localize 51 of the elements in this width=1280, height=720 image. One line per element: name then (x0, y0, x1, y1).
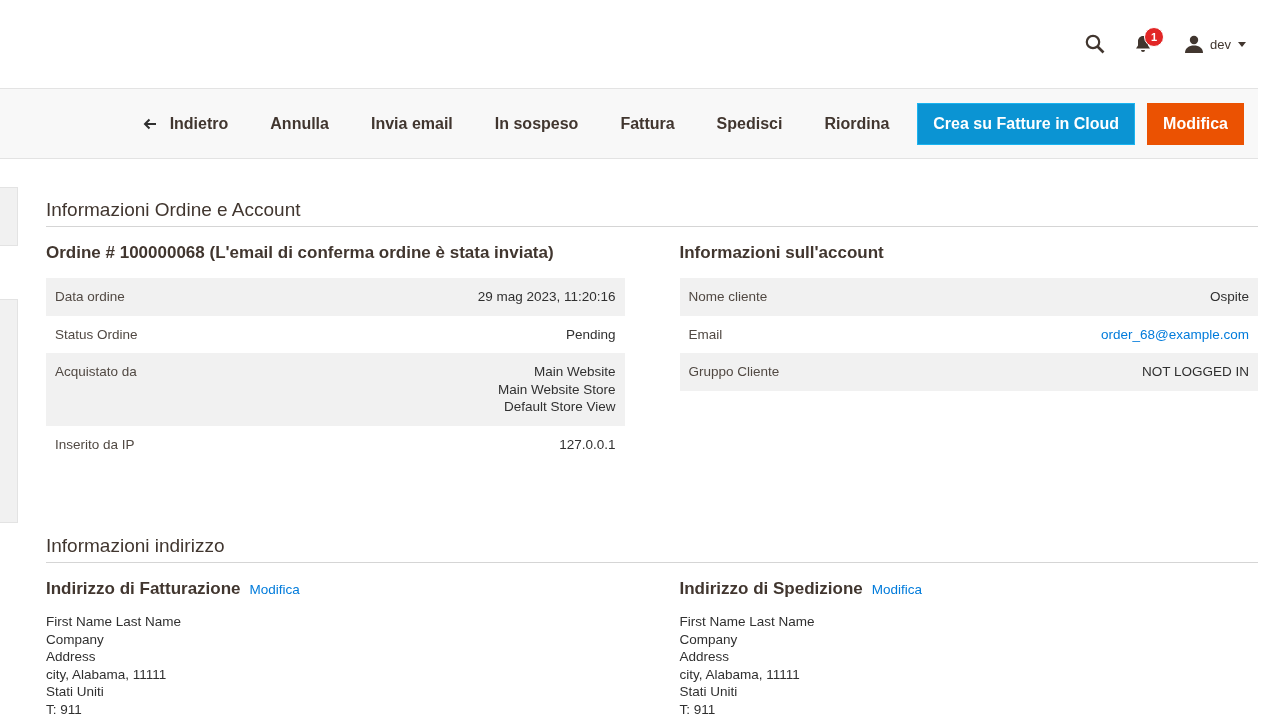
email-link[interactable]: order_68@example.com (1100, 325, 1249, 343)
row-value: Default Store View (503, 398, 616, 416)
row-label: Inserito da IP (55, 435, 135, 453)
notification-badge: 1 (1144, 27, 1165, 47)
address-line: First Name Last Name (46, 613, 183, 631)
user-icon[interactable] (1185, 35, 1204, 53)
toolbar-button[interactable]: Invia email (349, 102, 474, 145)
address-line: Address (679, 648, 731, 666)
row-value: Main Website Store (497, 380, 616, 398)
toolbar-button[interactable]: Spedisci (695, 102, 804, 145)
order-title: Ordine # 100000068 (L'email di conferma ordine è stata inviata) (46, 243, 555, 263)
address-line: Company (679, 630, 739, 648)
row-label: Nome cliente (688, 288, 768, 306)
row-label: Email (688, 325, 723, 343)
address-title: Indirizzo di Fatturazione (46, 579, 241, 599)
edit-link[interactable]: Modifica (249, 582, 300, 597)
toolbar-button[interactable]: Modifica (1147, 102, 1244, 145)
address-line: city, Alabama, 11111 (679, 665, 801, 683)
address-line: First Name Last Name (679, 613, 816, 631)
section-title: Informazioni Ordine e Account (46, 199, 1258, 227)
row-value: Main Website (533, 363, 616, 381)
account-title: Informazioni sull'account (679, 243, 885, 263)
address-line: Stati Uniti (679, 683, 739, 701)
user-name[interactable]: dev (1210, 36, 1231, 52)
address-line: Stati Uniti (46, 683, 105, 701)
row-value: 29 mag 2023, 11:20:16 (477, 288, 616, 306)
search-icon[interactable] (1085, 34, 1106, 54)
toolbar-button[interactable]: Annulla (249, 102, 350, 145)
address-line: Company (46, 630, 105, 648)
back-arrow-icon (142, 117, 157, 130)
row-value: Ospite (1209, 288, 1249, 306)
row-label: Acquistato da (55, 363, 137, 381)
section-title: Informazioni indirizzo (46, 535, 1258, 563)
row-label: Status Ordine (55, 325, 138, 343)
toolbar-button[interactable]: Indietro (121, 102, 250, 145)
address-line: T: 911 (46, 700, 83, 718)
address-line: city, Alabama, 11111 (46, 665, 168, 683)
row-value: NOT LOGGED IN (1141, 363, 1249, 381)
address-title: Indirizzo di Spedizione (679, 579, 863, 599)
caret-icon[interactable] (1238, 41, 1246, 47)
toolbar-button[interactable]: Riordina (803, 102, 911, 145)
address-line: Address (46, 648, 97, 666)
row-value: 127.0.0.1 (559, 435, 616, 453)
row-label: Gruppo Cliente (688, 363, 780, 381)
side-panel (0, 187, 18, 246)
row-value: Pending (565, 325, 616, 343)
toolbar-button[interactable]: Fattura (599, 102, 696, 145)
address-line: T: 911 (679, 700, 717, 718)
edit-link[interactable]: Modifica (871, 582, 922, 597)
toolbar-button[interactable]: In sospeso (473, 102, 600, 145)
row-label: Data ordine (55, 288, 125, 306)
